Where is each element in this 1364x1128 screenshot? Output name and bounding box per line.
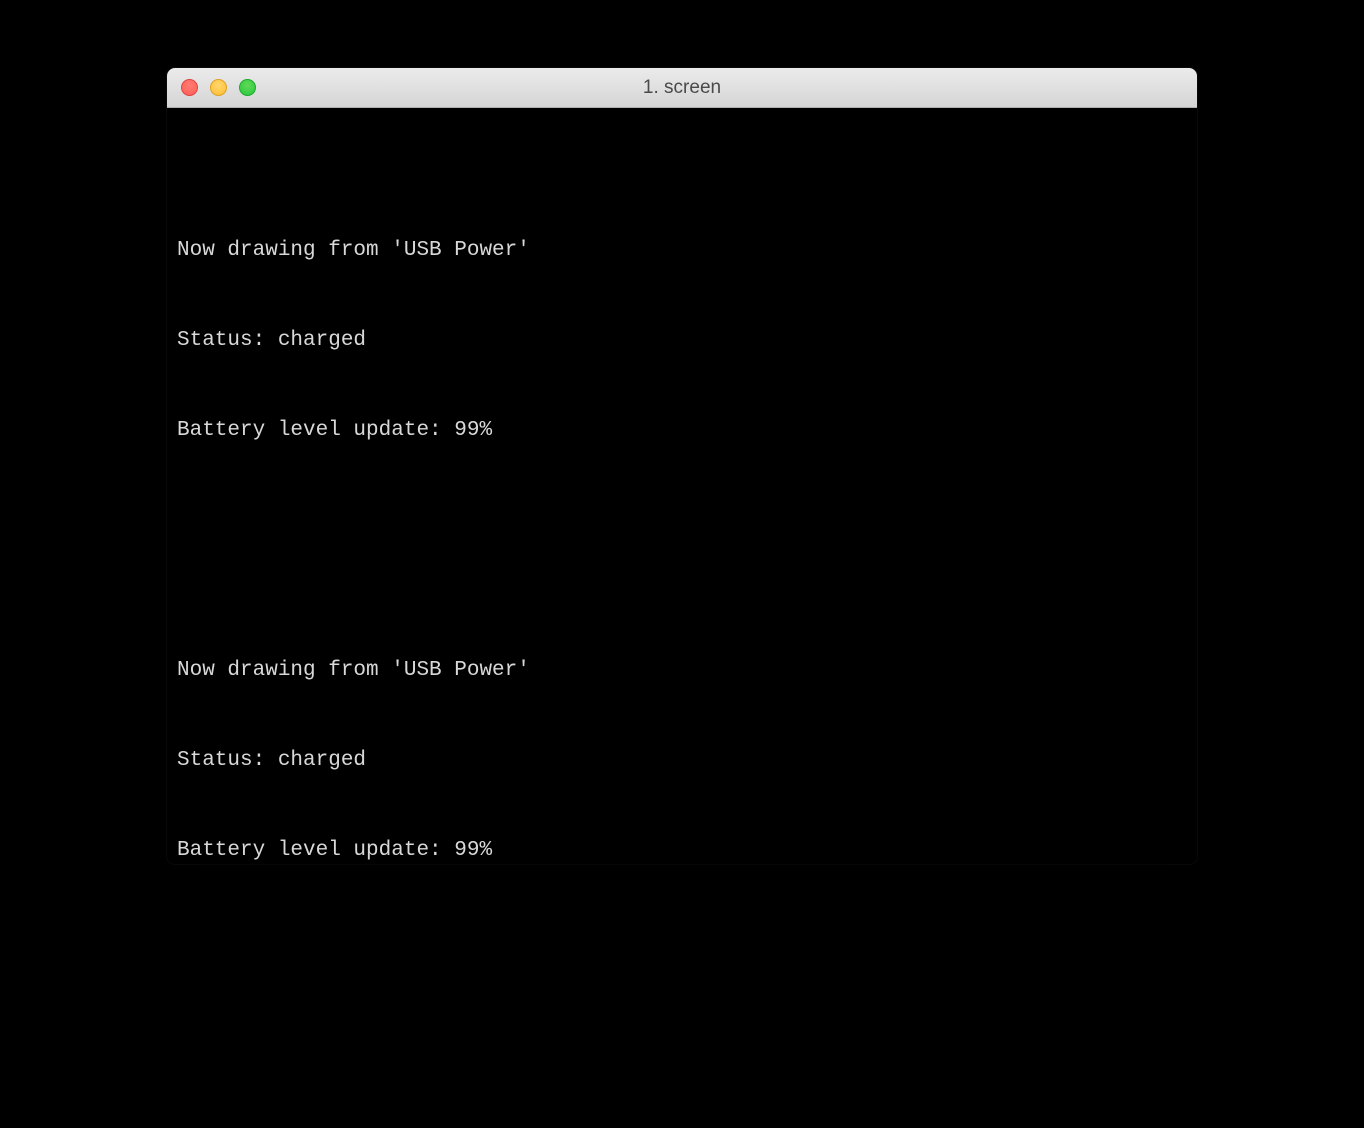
terminal-window: 1. screen Now drawing from 'USB Power' S… bbox=[167, 68, 1197, 864]
output-block: Now drawing from 'USB Power' Status: cha… bbox=[177, 176, 1187, 506]
traffic-lights bbox=[167, 79, 256, 96]
output-line: Status: charged bbox=[177, 746, 1187, 776]
output-block: Now drawing from 'USB Power' Status: cha… bbox=[177, 596, 1187, 864]
minimize-button[interactable] bbox=[210, 79, 227, 96]
window-title: 1. screen bbox=[167, 77, 1197, 99]
output-line: Now drawing from 'USB Power' bbox=[177, 656, 1187, 686]
titlebar[interactable]: 1. screen bbox=[167, 68, 1197, 108]
terminal-body[interactable]: Now drawing from 'USB Power' Status: cha… bbox=[167, 108, 1197, 864]
output-line: Status: charged bbox=[177, 326, 1187, 356]
output-line: Battery level update: 99% bbox=[177, 416, 1187, 446]
output-line: Now drawing from 'USB Power' bbox=[177, 236, 1187, 266]
output-line: Battery level update: 99% bbox=[177, 836, 1187, 864]
close-button[interactable] bbox=[181, 79, 198, 96]
zoom-button[interactable] bbox=[239, 79, 256, 96]
